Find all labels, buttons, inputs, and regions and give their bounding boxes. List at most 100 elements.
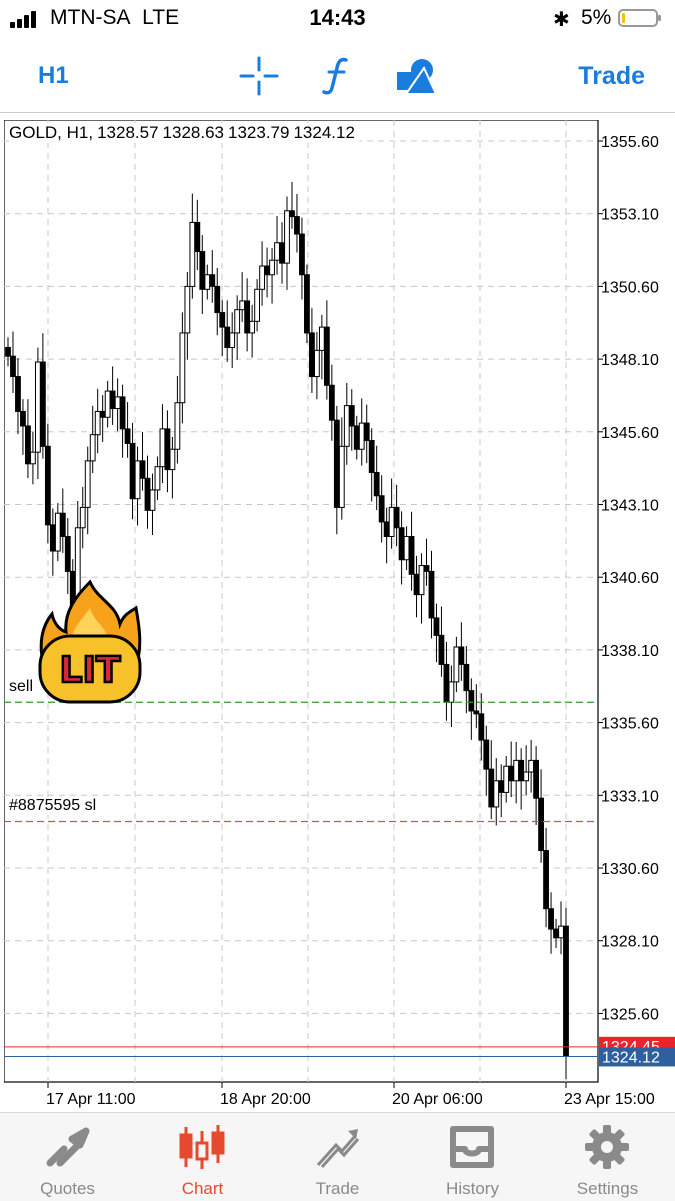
stoploss-line-label[interactable]: #8875595 sl — [9, 797, 97, 815]
order-lines: 1324.451324.12 — [4, 701, 675, 1067]
candle-body — [443, 663, 450, 703]
symbol-timeframe: GOLD, H1, — [9, 123, 94, 142]
battery-icon — [618, 9, 661, 27]
trade-icon — [316, 1129, 360, 1168]
crosshair-icon[interactable] — [237, 54, 281, 98]
candle-body — [333, 419, 340, 508]
candle-body — [244, 300, 251, 334]
candle-body — [558, 925, 564, 939]
price-axis: 1355.60 1353.10 1350.60 1348.10 1345.60 1343.… — [598, 134, 659, 1023]
tab-chart[interactable]: Chart — [135, 1113, 270, 1201]
candle-body — [15, 376, 21, 412]
timeframe-button[interactable]: H1 — [38, 62, 69, 90]
candle-body — [89, 434, 96, 462]
candle-body — [30, 451, 36, 465]
tab-settings[interactable]: Settings — [540, 1113, 675, 1201]
candle-body — [363, 422, 370, 442]
sell-line-label[interactable]: sell — [9, 678, 34, 696]
candle-body — [269, 259, 275, 276]
candle-body — [408, 535, 415, 575]
bottom-tab-bar: Quotes Chart Trade History Settings — [0, 1112, 675, 1201]
candle-body — [64, 535, 71, 572]
candle-body — [448, 681, 455, 703]
candle-body — [99, 410, 106, 418]
function-icon[interactable] — [316, 54, 360, 98]
price-label: 1350.60 — [601, 279, 659, 296]
candle-body — [179, 332, 186, 404]
candle-body — [508, 765, 515, 782]
candle-body — [468, 690, 475, 712]
battery-percent: 5% — [581, 6, 612, 29]
price-label: 1340.60 — [601, 570, 659, 587]
candle-body — [159, 428, 166, 468]
candle-body — [478, 713, 485, 741]
candle-body — [254, 288, 261, 322]
price-label: 1345.60 — [601, 425, 659, 442]
candle-body — [309, 332, 315, 378]
candle-body — [279, 242, 285, 264]
candle-body — [199, 251, 206, 290]
tab-trade[interactable]: Trade — [270, 1113, 405, 1201]
trade-button[interactable]: Trade — [578, 62, 645, 91]
candle-body — [44, 445, 51, 526]
price-label: 1328.10 — [601, 934, 659, 951]
candle-body — [358, 422, 365, 450]
chart-toolbar: H1 Trade — [0, 40, 675, 113]
price-label: 1348.10 — [601, 352, 659, 369]
history-icon — [450, 1126, 494, 1168]
candle-body — [54, 512, 61, 552]
candle-body — [49, 524, 56, 552]
candle-body — [164, 428, 171, 471]
candle-body — [473, 710, 480, 715]
candle-body — [289, 210, 295, 218]
fire-sticker-icon: LIT — [38, 579, 142, 704]
time-label: 17 Apr 11:00 — [46, 1091, 136, 1108]
candle-body — [169, 448, 176, 471]
objects-icon[interactable] — [394, 54, 438, 98]
candle-body — [458, 646, 465, 665]
price-label: 1330.60 — [601, 861, 659, 878]
candle-body — [224, 326, 231, 348]
candle-body — [518, 759, 525, 782]
open-price: 1328.57 — [97, 123, 159, 142]
candle-body — [463, 663, 470, 692]
price-label: 1355.60 — [601, 134, 659, 151]
candle-body — [234, 309, 241, 334]
time-axis: 17 Apr 11:00 18 Apr 20:00 20 Apr 06:00 23 A… — [46, 1082, 655, 1108]
close-price: 1324.12 — [293, 123, 355, 142]
tab-quotes[interactable]: Quotes — [0, 1113, 135, 1201]
price-label: 1343.10 — [601, 498, 659, 515]
candle-body — [353, 425, 360, 450]
candle-body — [214, 285, 221, 314]
candle-body — [378, 495, 385, 523]
price-label: 1338.10 — [601, 643, 659, 660]
candle-body — [124, 428, 131, 444]
candle-body — [343, 405, 350, 447]
high-price: 1328.63 — [162, 123, 224, 142]
candle-body — [323, 326, 330, 386]
candle-body — [483, 739, 490, 770]
price-label: 1353.10 — [601, 207, 659, 224]
tab-history[interactable]: History — [405, 1113, 540, 1201]
time-label: 18 Apr 20:00 — [220, 1091, 311, 1108]
candle-body — [10, 355, 16, 378]
candle-body — [239, 300, 246, 311]
candle-body — [403, 535, 410, 561]
candle-body — [368, 440, 375, 474]
candle-body — [25, 425, 31, 465]
candle-body — [563, 925, 569, 1057]
candle-body — [488, 768, 495, 808]
candle-body — [533, 759, 540, 799]
candle-body — [204, 274, 211, 290]
candle-body — [189, 221, 196, 287]
candle-body — [104, 390, 111, 418]
candle-body — [418, 565, 425, 596]
candle-body — [284, 210, 290, 264]
candle-body — [528, 759, 535, 773]
candle-body — [328, 384, 335, 421]
candle-body — [373, 472, 380, 497]
candle-body — [318, 326, 325, 351]
candle-body — [184, 285, 191, 334]
candle-body — [498, 780, 505, 793]
quotes-icon — [46, 1127, 90, 1167]
